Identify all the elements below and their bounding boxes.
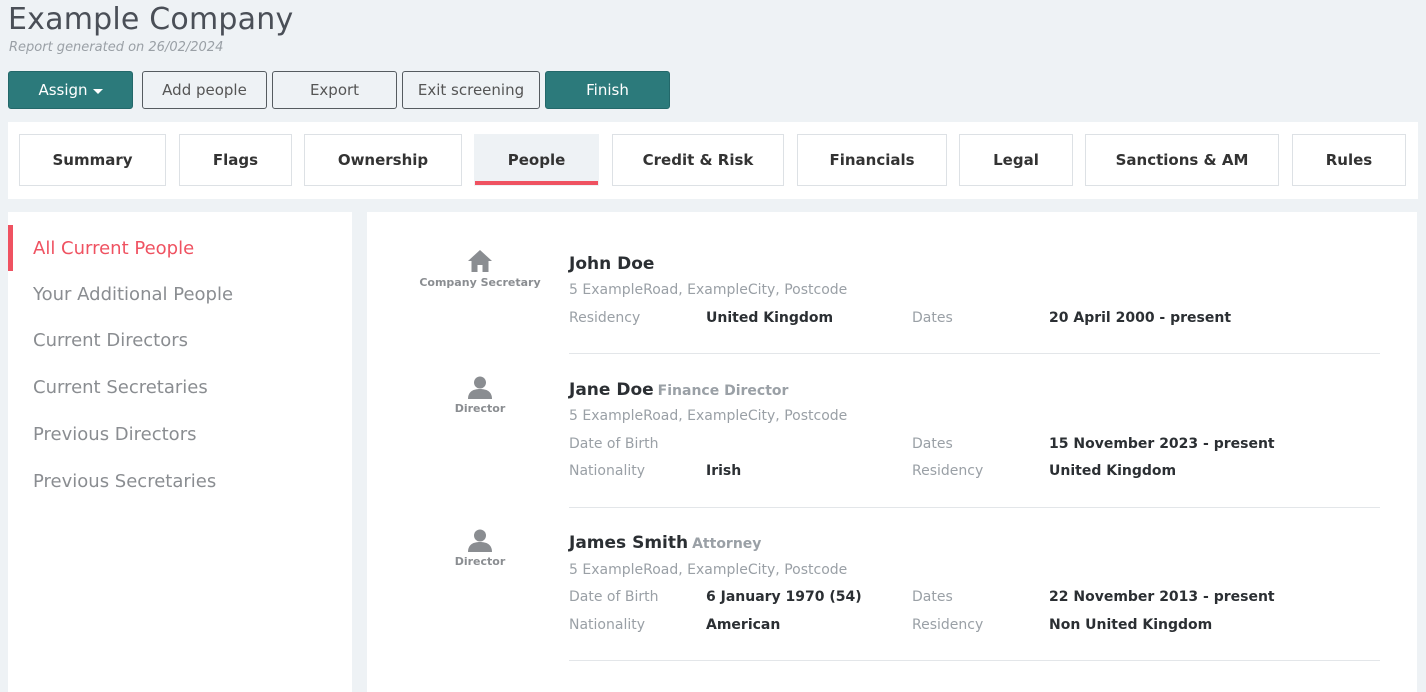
finish-button[interactable]: Finish (545, 71, 670, 109)
nationality-value: American (706, 617, 781, 633)
residency-value: United Kingdom (1049, 463, 1177, 479)
date-of-birth-label: Date of Birth (569, 436, 659, 452)
role-label: Company Secretary (419, 276, 541, 289)
tab-flags[interactable]: Flags (179, 134, 292, 186)
people-sidebar: All Current People Your Additional Peopl… (8, 212, 352, 692)
sidebar-item-previous-secretaries[interactable]: Previous Secretaries (8, 458, 352, 504)
assign-label: Assign (38, 81, 88, 99)
add-people-button[interactable]: Add people (142, 71, 267, 109)
caret-down-icon (92, 89, 103, 94)
person-address: 5 ExampleRoad, ExampleCity, Postcode (569, 408, 848, 424)
dates-label: Dates (912, 589, 953, 605)
dates-label: Dates (912, 310, 953, 326)
person-name-text: John Doe (569, 254, 655, 274)
divider (569, 507, 1380, 508)
sidebar-item-current-directors[interactable]: Current Directors (8, 317, 352, 363)
person-title: Finance Director (657, 383, 789, 399)
sidebar-item-previous-directors[interactable]: Previous Directors (8, 411, 352, 457)
role-label: Director (454, 402, 506, 415)
residency-value: United Kingdom (706, 310, 834, 326)
residency-label: Residency (569, 310, 641, 326)
residency-label: Residency (912, 617, 984, 633)
home-icon (468, 250, 492, 272)
person-name[interactable]: John Doe (569, 254, 654, 274)
residency-value: Non United Kingdom (1049, 617, 1213, 633)
role-column: Director (407, 528, 553, 568)
exit-screening-button[interactable]: Exit screening (402, 71, 540, 109)
tab-legal[interactable]: Legal (959, 134, 1073, 186)
export-button[interactable]: Export (272, 71, 397, 109)
date-of-birth-label: Date of Birth (569, 589, 659, 605)
nationality-value: Irish (706, 463, 742, 479)
person-name-text: Jane Doe (569, 380, 654, 400)
role-column: Company Secretary (407, 249, 553, 289)
date-of-birth-value: 6 January 1970 (54) (706, 589, 862, 605)
sidebar-item-all-current-people[interactable]: All Current People (8, 225, 352, 271)
nationality-label: Nationality (569, 617, 646, 633)
person-title: Attorney (692, 536, 762, 552)
role-column: Director (407, 375, 553, 415)
tab-bar: Summary Flags Ownership People Credit & … (8, 122, 1418, 199)
people-list: Company Secretary John Doe 5 ExampleRoad… (367, 212, 1417, 692)
tab-summary[interactable]: Summary (19, 134, 166, 186)
person-address: 5 ExampleRoad, ExampleCity, Postcode (569, 282, 848, 298)
company-title: Example Company (8, 2, 294, 37)
tab-ownership[interactable]: Ownership (304, 134, 462, 186)
dates-value: 15 November 2023 - present (1049, 436, 1275, 452)
person-icon (468, 376, 492, 399)
dates-value: 20 April 2000 - present (1049, 310, 1232, 326)
assign-button[interactable]: Assign (8, 71, 133, 109)
person-name[interactable]: James Smith Attorney (569, 533, 761, 553)
dates-label: Dates (912, 436, 953, 452)
report-date: Report generated on 26/02/2024 (9, 40, 224, 55)
person-icon (468, 529, 492, 552)
sidebar-item-your-additional-people[interactable]: Your Additional People (8, 271, 352, 317)
residency-label: Residency (912, 463, 984, 479)
role-label: Director (454, 555, 506, 568)
person-name-text: James Smith (569, 533, 689, 553)
tab-sanctions-am[interactable]: Sanctions & AM (1085, 134, 1279, 186)
dates-value: 22 November 2013 - present (1049, 589, 1275, 605)
divider (569, 660, 1380, 661)
person-address: 5 ExampleRoad, ExampleCity, Postcode (569, 562, 848, 578)
tab-people[interactable]: People (474, 134, 599, 186)
person-name[interactable]: Jane Doe Finance Director (569, 380, 788, 400)
tab-rules[interactable]: Rules (1292, 134, 1406, 186)
sidebar-item-current-secretaries[interactable]: Current Secretaries (8, 364, 352, 410)
tab-credit-risk[interactable]: Credit & Risk (612, 134, 784, 186)
divider (569, 353, 1380, 354)
nationality-label: Nationality (569, 463, 646, 479)
tab-financials[interactable]: Financials (797, 134, 947, 186)
